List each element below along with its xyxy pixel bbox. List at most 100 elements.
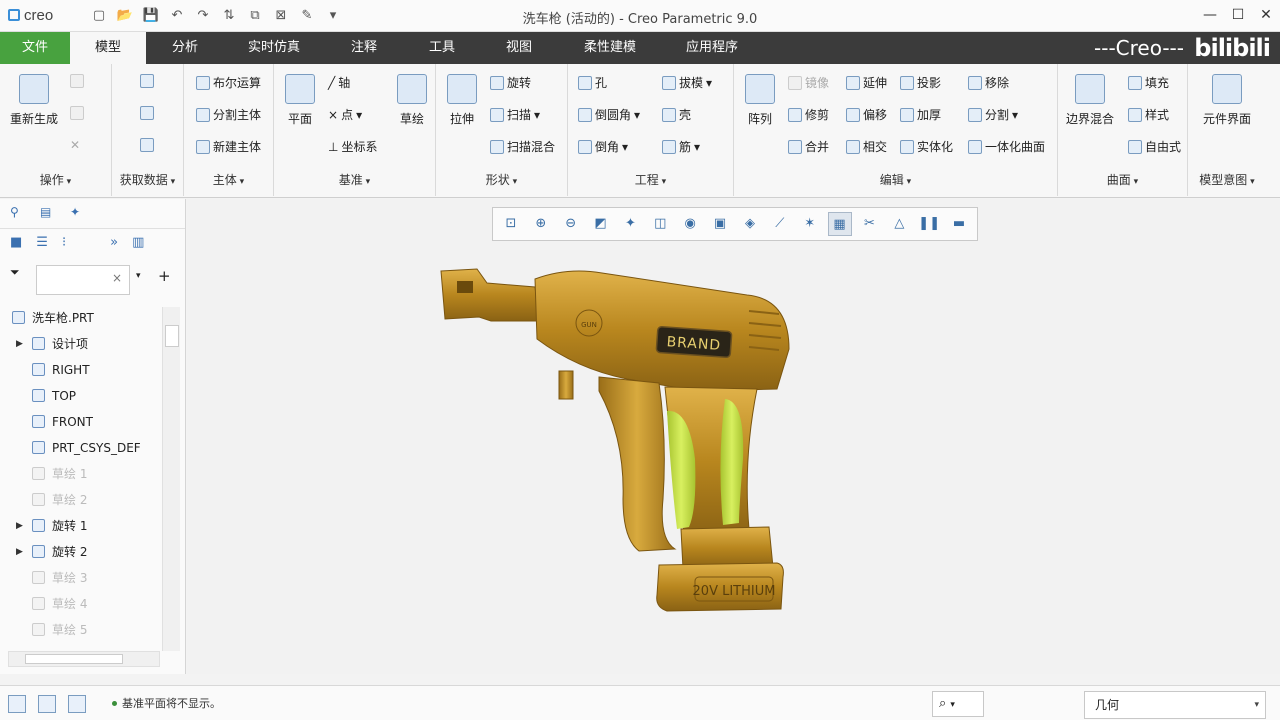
expand-arrow-icon[interactable]: ▶ (16, 513, 23, 539)
search-dropdown-icon[interactable]: ▾ (136, 271, 141, 281)
cut-icon[interactable]: ✂ (858, 212, 882, 236)
group-label[interactable]: 形状 ▾ (436, 171, 567, 188)
tree-item-sketch-2[interactable]: 草绘 2 (0, 487, 162, 513)
new-body-button[interactable]: 新建主体 (196, 138, 261, 155)
tab-flexible-modeling[interactable]: 柔性建模 (558, 32, 662, 64)
intersect-button[interactable]: 相交 (846, 138, 887, 155)
chamfer-button[interactable]: 倒角 ▾ (578, 138, 628, 155)
washer-gun-model[interactable]: GUN BRAND 20V LITHIUM (427, 259, 847, 629)
tree-root[interactable]: 洗车枪.PRT (0, 305, 162, 331)
style-button[interactable]: 样式 (1128, 106, 1169, 123)
expand-panel-icon[interactable]: » (110, 235, 118, 253)
find-button[interactable]: ⌕ ▾ (932, 691, 984, 717)
folder-browser-tab-icon[interactable]: ▤ (40, 205, 58, 223)
close-icon[interactable]: ✕ (1252, 0, 1280, 30)
copy-geometry-button[interactable] (140, 106, 154, 120)
view-manager-icon[interactable]: ▣ (708, 212, 732, 236)
zoom-in-icon[interactable]: ⊕ (529, 212, 553, 236)
extrude-button[interactable]: 拉伸 (442, 74, 482, 127)
tree-item-sketch-3[interactable]: 草绘 3 (0, 565, 162, 591)
view-normal-icon[interactable]: ◫ (648, 212, 672, 236)
solidify-button[interactable]: 实体化 (900, 138, 953, 155)
expand-arrow-icon[interactable]: ▶ (16, 539, 23, 565)
show-icon[interactable]: ■ (10, 235, 22, 253)
tree-settings-icon[interactable]: ▥ (132, 235, 144, 253)
unify-surface-button[interactable]: 一体化曲面 (968, 138, 1045, 155)
annotation-display-icon[interactable]: ▦ (827, 212, 852, 236)
display-style-icon[interactable]: ◈ (738, 212, 762, 236)
group-label[interactable]: 编辑 ▾ (734, 171, 1057, 188)
hole-button[interactable]: 孔 (578, 74, 607, 91)
tab-simulation[interactable]: 实时仿真 (224, 32, 324, 64)
tree-item-right[interactable]: RIGHT (0, 357, 162, 383)
group-label[interactable]: 曲面 ▾ (1058, 171, 1187, 188)
project-button[interactable]: 投影 (900, 74, 941, 91)
sweep-button[interactable]: 扫描 ▾ (490, 106, 540, 123)
tab-view[interactable]: 视图 (480, 32, 558, 64)
saved-orientations-icon[interactable]: ◉ (678, 212, 702, 236)
group-label[interactable]: 基准 ▾ (274, 171, 435, 188)
pattern-button[interactable]: 阵列 (742, 74, 778, 127)
tree-item-sketch-1[interactable]: 草绘 1 (0, 461, 162, 487)
show-navigator-icon[interactable] (8, 695, 26, 713)
draft-button[interactable]: 拔模 ▾ (662, 74, 712, 91)
tab-annotate[interactable]: 注释 (324, 32, 404, 64)
tree-horizontal-scrollbar[interactable] (8, 651, 160, 667)
filter-icon[interactable]: ⏷ (10, 265, 20, 280)
boundary-blend-button[interactable]: 边界混合 (1064, 74, 1116, 127)
round-button[interactable]: 倒圆角 ▾ (578, 106, 640, 123)
copy-button[interactable] (70, 74, 84, 88)
group-label[interactable]: 工程 ▾ (568, 171, 733, 188)
thicken-button[interactable]: 加厚 (900, 106, 941, 123)
regenerate-button[interactable]: 重新生成 (6, 74, 62, 127)
tree-item-revolve-2[interactable]: ▶ 旋转 2 (0, 539, 162, 565)
split-body-button[interactable]: 分割主体 (196, 106, 261, 123)
csys-button[interactable]: ⊥ 坐标系 (328, 138, 377, 155)
tree-columns-icon[interactable]: ⁝ (62, 235, 66, 253)
scroll-thumb[interactable] (165, 325, 179, 347)
tree-filters-icon[interactable]: ☰ (36, 235, 48, 253)
clear-search-icon[interactable]: × (112, 271, 122, 285)
zoom-out-icon[interactable]: ⊖ (559, 212, 583, 236)
graphics-area[interactable]: ⊡ ⊕ ⊖ ◩ ✦ ◫ ◉ ▣ ◈ ⟋ ✶ ▦ ✂ △ ❚❚ ▬ GUN BRA… (187, 199, 1280, 674)
shrinkwrap-button[interactable] (140, 138, 154, 152)
refit-icon[interactable]: ⊡ (499, 212, 523, 236)
group-label[interactable]: 获取数据 ▾ (112, 171, 183, 188)
user-defined-feature-button[interactable] (140, 74, 154, 88)
minimize-icon[interactable]: — (1196, 0, 1224, 30)
point-button[interactable]: × 点 ▾ (328, 106, 362, 123)
group-label[interactable]: 模型意图 ▾ (1188, 171, 1266, 188)
revolve-button[interactable]: 旋转 (490, 74, 531, 91)
tab-applications[interactable]: 应用程序 (662, 32, 762, 64)
tree-item-sketch-4[interactable]: 草绘 4 (0, 591, 162, 617)
tree-item-front[interactable]: FRONT (0, 409, 162, 435)
tree-item-design-items[interactable]: ▶ 设计项 (0, 331, 162, 357)
offset-button[interactable]: 偏移 (846, 106, 887, 123)
add-icon[interactable]: + (158, 267, 171, 285)
favorites-tab-icon[interactable]: ✦ (70, 205, 88, 223)
tree-item-csys[interactable]: PRT_CSYS_DEF (0, 435, 162, 461)
trim-button[interactable]: 修剪 (788, 106, 829, 123)
delete-button[interactable]: ✕ (70, 138, 80, 152)
tab-file[interactable]: 文件 (0, 32, 70, 64)
spin-icon[interactable]: △ (887, 212, 911, 236)
merge-button[interactable]: 合并 (788, 138, 829, 155)
tab-analysis[interactable]: 分析 (146, 32, 224, 64)
scroll-thumb[interactable] (25, 654, 123, 664)
maximize-icon[interactable]: ☐ (1224, 0, 1252, 30)
spin-center-icon[interactable]: ✦ (619, 212, 643, 236)
group-label[interactable]: 操作 ▾ (0, 171, 111, 188)
rib-button[interactable]: 筋 ▾ (662, 138, 700, 155)
tree-item-sketch-5[interactable]: 草绘 5 (0, 617, 162, 643)
tree-vertical-scrollbar[interactable] (162, 307, 180, 651)
fill-button[interactable]: 填充 (1128, 74, 1169, 91)
mirror-button[interactable]: 镜像 (788, 74, 829, 91)
more-tools-icon[interactable]: ▬ (947, 212, 971, 236)
tree-item-top[interactable]: TOP (0, 383, 162, 409)
perspective-icon[interactable]: ⟋ (768, 212, 792, 236)
shell-button[interactable]: 壳 (662, 106, 691, 123)
selection-filter-select[interactable]: 几何 ▾ (1084, 691, 1266, 719)
component-interface-button[interactable]: 元件界面 (1194, 74, 1260, 127)
repaint-icon[interactable]: ◩ (589, 212, 613, 236)
split-button[interactable]: 分割 ▾ (968, 106, 1018, 123)
